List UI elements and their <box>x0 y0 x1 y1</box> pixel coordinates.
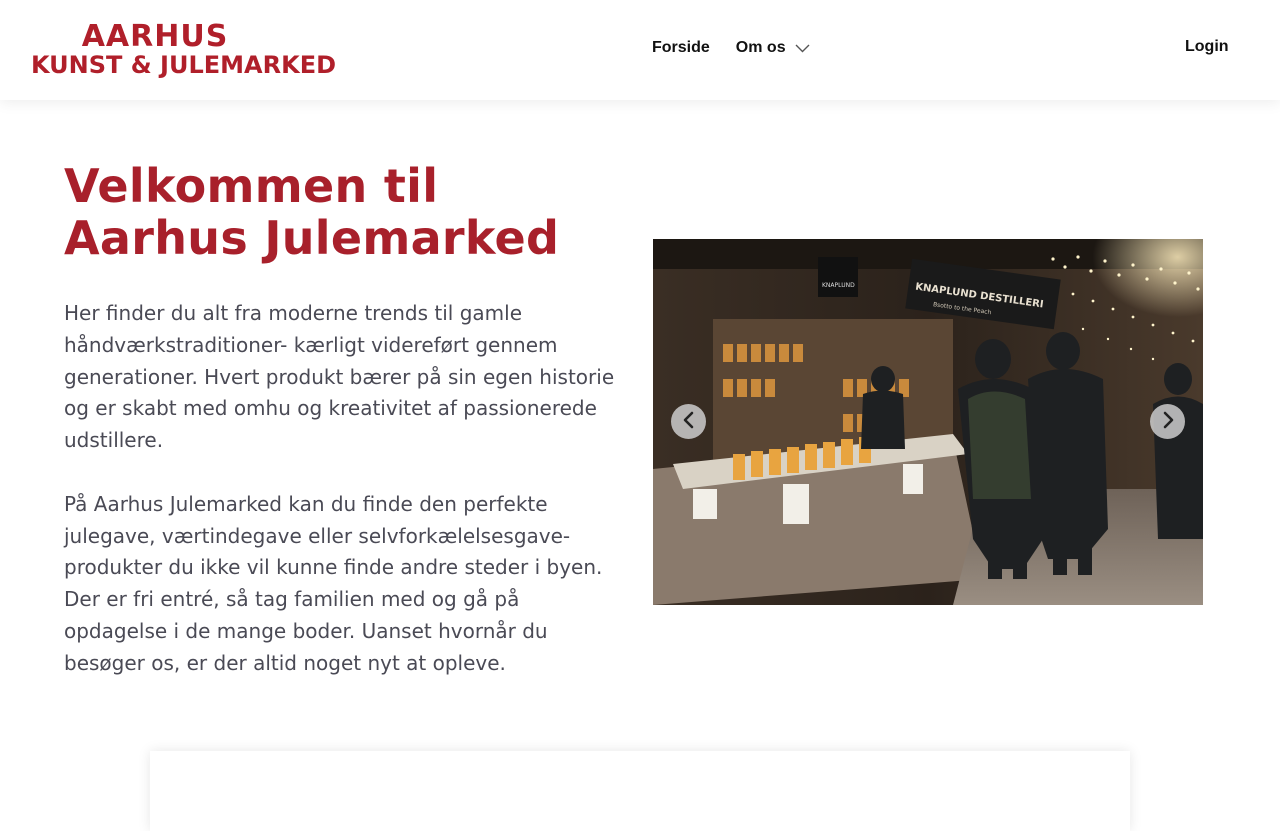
intro-paragraph: På Aarhus Julemarked kan du finde den pe… <box>64 491 603 675</box>
page-title: Velkommen til Aarhus Julemarked <box>64 159 560 265</box>
carousel-prev-button[interactable] <box>671 404 706 439</box>
logo-line-1: AARHUS <box>81 19 229 54</box>
chevron-left-icon <box>682 411 696 433</box>
nav-item-om-os[interactable]: Om os <box>736 38 810 58</box>
logo-line-2: KUNST & JULEMARKED <box>31 51 337 79</box>
carousel-next-button[interactable] <box>1150 404 1185 439</box>
chevron-right-icon <box>1161 411 1175 433</box>
nav-item-forside[interactable]: Forside <box>652 39 710 57</box>
image-carousel: KNAPLUND DESTILLERI Bsotto to the Peach … <box>653 239 1203 605</box>
login-link[interactable]: Login <box>1185 38 1229 56</box>
site-header: AARHUS KUNST & JULEMARKED Forside Om os … <box>0 0 1280 100</box>
intro-paragraph: Her finder du alt fra moderne trends til… <box>64 301 615 453</box>
site-logo[interactable]: AARHUS KUNST & JULEMARKED <box>31 19 337 80</box>
nav-item-om-os-label: Om os <box>735 39 786 56</box>
intro-text: Her finder du alt fra moderne trends til… <box>64 298 624 711</box>
stall-small-sign-text: KNAPLUND <box>822 282 855 289</box>
chevron-down-icon <box>795 40 810 58</box>
main-nav: Forside Om os <box>652 38 810 58</box>
market-stall-photo: KNAPLUND DESTILLERI Bsotto to the Peach … <box>653 239 1203 605</box>
content-card <box>150 751 1130 831</box>
